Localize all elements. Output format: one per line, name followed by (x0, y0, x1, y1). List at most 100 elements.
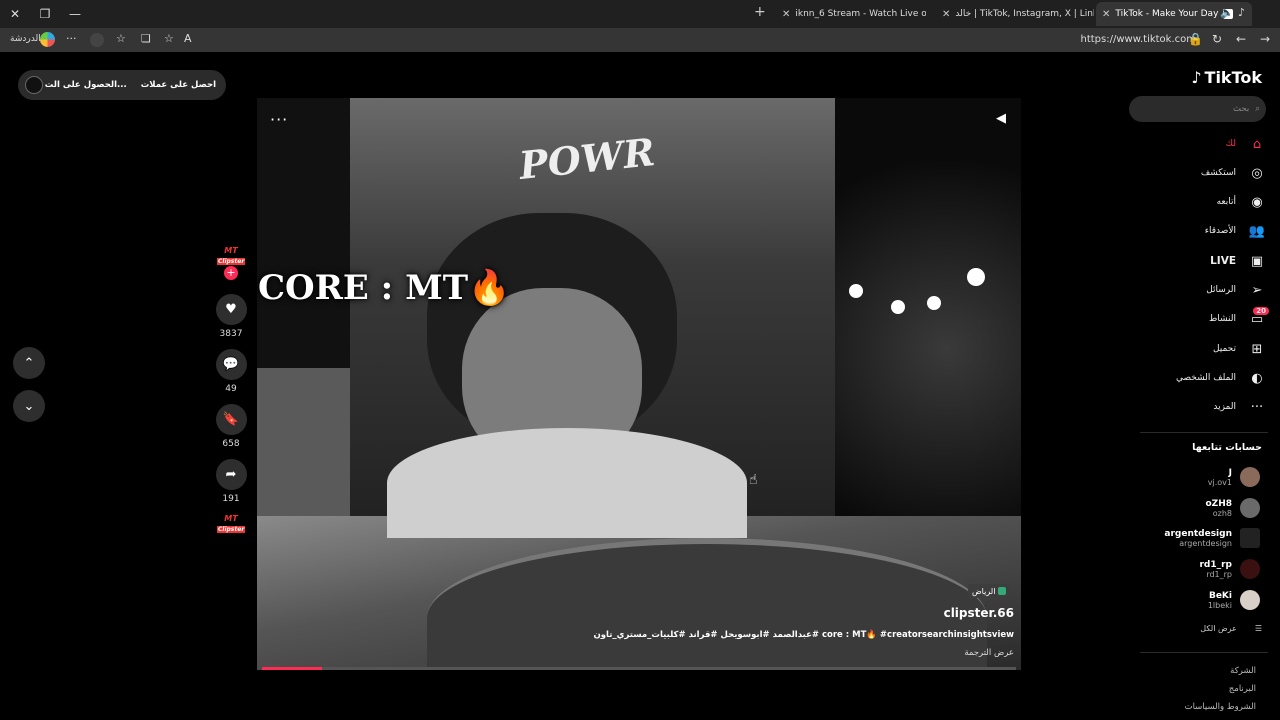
forward-icon[interactable]: ← (1236, 32, 1246, 46)
following-account[interactable]: BeKi 1lbeki (1208, 586, 1260, 614)
sidebar-item-following[interactable]: أتابعه ◉ (1217, 192, 1266, 212)
location-label: الرياض (972, 586, 996, 596)
footer-link-terms[interactable]: الشروط والسياسات (1185, 702, 1256, 712)
get-app-button[interactable]: الحصول على الت... (45, 80, 127, 90)
account-name: oZH8 (1205, 498, 1232, 509)
account-name: BeKi (1208, 590, 1232, 601)
tab-close-icon[interactable]: ✕ (942, 9, 950, 20)
account-name: argentdesign (1164, 528, 1232, 539)
minimize-window-icon[interactable]: — (60, 0, 90, 28)
like-button[interactable]: ♥ (215, 294, 247, 325)
sidebar-item-label: الرسائل (1206, 285, 1236, 295)
more-options-icon[interactable]: ··· (66, 32, 77, 45)
footer-link-company[interactable]: الشركة (1230, 666, 1256, 676)
share-icon: ➦ (225, 467, 237, 482)
follow-plus-button[interactable]: + (224, 266, 238, 280)
favorites-icon[interactable]: ☆ (116, 32, 126, 45)
sidebar-item-label: الأصدقاء (1204, 226, 1236, 236)
collections-icon[interactable]: ❏ (141, 32, 151, 45)
save-button[interactable]: 🔖 (215, 404, 247, 435)
avatar (1240, 498, 1260, 518)
back-icon[interactable]: → (1260, 32, 1270, 46)
avatar (1240, 467, 1260, 487)
next-video-button[interactable]: ⌄ (13, 390, 45, 422)
tab-close-icon[interactable]: ✕ (1102, 9, 1110, 20)
search-placeholder: بحث (1233, 104, 1250, 114)
video-progress-bar[interactable] (262, 667, 1016, 670)
get-coins-button[interactable]: احصل على عملات (141, 80, 216, 90)
read-aloud-icon[interactable]: A (184, 32, 192, 45)
tiktok-logo[interactable]: ♪ TikTok (1191, 68, 1262, 87)
volume-icon[interactable]: ◀ (996, 111, 1006, 126)
search-input[interactable]: بحث ⌕ (1129, 96, 1266, 122)
location-badge[interactable]: الرياض (968, 584, 1011, 598)
sidebar-item-friends[interactable]: الأصدقاء 👥 (1205, 221, 1266, 241)
location-pin-icon (998, 587, 1007, 595)
sidebar-item-label: الملف الشخصي (1176, 373, 1236, 383)
sidebar-item-profile[interactable]: الملف الشخصي ◐ (1176, 368, 1266, 388)
like-count: 3837 (219, 329, 243, 339)
sidebar-item-upload[interactable]: تحميل ⊞ (1213, 339, 1266, 359)
tab-linktree[interactable]: ✕ خالد | TikTok, Instagram, X | Linktree (936, 2, 1094, 26)
music-disc-avatar[interactable]: MT Clipster (217, 514, 246, 536)
video-subject-hoodie (387, 428, 747, 538)
restore-window-icon[interactable]: ❐ (30, 0, 60, 28)
title-bar: ✕ ❐ — + ✕ iknn_6 Stream - Watch Live on … (0, 0, 1280, 28)
following-account[interactable]: argentdesign argentdesign (1164, 524, 1260, 552)
tab-kick[interactable]: ✕ iknn_6 Stream - Watch Live on Kick (776, 2, 926, 26)
avatar[interactable] (25, 76, 43, 94)
creator-avatar-label: MT (224, 246, 238, 255)
tab-close-icon[interactable]: ✕ (782, 9, 790, 20)
chat-label[interactable]: الدردشة (10, 34, 41, 44)
sidebar-item-more[interactable]: المزيد ··· (1213, 397, 1266, 417)
save-count: 658 (222, 439, 240, 449)
refresh-icon[interactable]: ↻ (1212, 32, 1222, 46)
compass-icon: ◎ (1251, 165, 1263, 181)
new-tab-button[interactable]: + (754, 4, 766, 20)
speaker-icon[interactable]: 🔈 (1220, 6, 1234, 19)
live-icon: ▣ (1250, 253, 1264, 269)
avatar (1240, 528, 1260, 548)
close-window-icon[interactable]: ✕ (0, 0, 30, 28)
sidebar-item-label: أتابعه (1216, 197, 1236, 207)
share-button[interactable]: ➦ (215, 459, 247, 490)
creator-avatar[interactable]: MT Clipster (217, 246, 246, 268)
video-player[interactable]: POWR (257, 98, 1021, 670)
friends-icon: 👥 (1248, 223, 1266, 239)
sidebar-item-activity[interactable]: النشاط ▭ 20 (1209, 306, 1269, 329)
add-favorite-icon[interactable]: ☆ (164, 32, 174, 45)
mouse-cursor-icon: ☝ (749, 472, 758, 488)
previous-video-button[interactable]: ⌃ (13, 347, 45, 379)
video-frame-left (257, 368, 350, 518)
comment-count: 49 (225, 384, 237, 394)
sidebar-item-foryou[interactable]: لك ⌂ (1226, 134, 1266, 154)
see-all-link[interactable]: عرض الكل ☰ (1200, 624, 1262, 633)
tiktok-favicon-icon: ♪ (1238, 6, 1246, 19)
messages-icon: ➢ (1251, 282, 1263, 298)
sidebar-item-label: المزيد (1213, 402, 1236, 412)
sidebar-item-messages[interactable]: الرسائل ➢ (1206, 280, 1266, 300)
video-username[interactable]: clipster.66 (944, 606, 1014, 620)
sidebar-item-label: تحميل (1212, 344, 1236, 354)
sidebar-item-explore[interactable]: استكشف ◎ (1201, 163, 1266, 183)
upload-icon: ⊞ (1251, 341, 1263, 357)
url-text[interactable]: https://www.tiktok.com (1081, 34, 1197, 45)
following-accounts-title: حسابات تتابعها (1192, 442, 1262, 453)
account-handle: 1lbeki (1207, 600, 1232, 610)
tab-label: خالد | TikTok, Instagram, X | Linktree (955, 9, 1094, 19)
footer-link-program[interactable]: البرنامج (1229, 684, 1256, 694)
video-more-icon[interactable]: ··· (270, 110, 288, 129)
following-account[interactable]: rd1_rp rd1_rp (1199, 555, 1260, 583)
following-account[interactable]: Jvj.ov1 (1208, 463, 1260, 491)
sidebar-item-label: لك (1225, 139, 1236, 149)
comment-button[interactable]: 💬 (215, 349, 247, 380)
following-account[interactable]: oZH8 ozh8 (1205, 494, 1260, 522)
account-handle: ozh8 (1212, 508, 1232, 518)
sidebar-item-live[interactable]: LIVE ▣ (1210, 251, 1266, 271)
sidebar-divider (1140, 652, 1268, 653)
copilot-icon[interactable] (40, 32, 55, 47)
profile-avatar-icon[interactable] (90, 33, 104, 47)
see-translation-link[interactable]: عرض الترجمة (964, 648, 1014, 658)
video-light (967, 268, 985, 286)
account-name: J (1228, 467, 1232, 478)
